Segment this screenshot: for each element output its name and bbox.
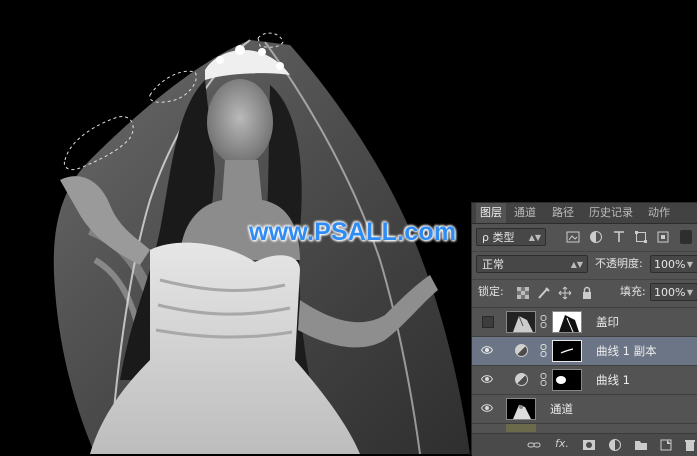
visibility-toggle-off[interactable] xyxy=(482,316,494,328)
opacity-input[interactable]: 100% ▼ xyxy=(650,255,697,273)
filter-kind-select[interactable]: ρ 类型 ▲▼ xyxy=(476,228,546,246)
eye-icon[interactable] xyxy=(481,345,493,355)
lock-transparency-icon[interactable] xyxy=(516,286,530,300)
eye-icon[interactable] xyxy=(481,403,493,413)
tab-channels[interactable]: 通道 xyxy=(510,203,540,223)
layers-panel: 图层 通道 路径 历史记录 动作 ρ 类型 ▲▼ 正常 ▲▼ 不透明度: 100… xyxy=(471,202,697,456)
chevron-down-icon: ▼ xyxy=(686,260,693,269)
fx-icon[interactable]: fx. xyxy=(555,437,569,450)
fill-input[interactable]: 100% ▼ xyxy=(650,283,697,301)
watermark-text: www.PSALL.com xyxy=(249,218,457,246)
lock-all-icon[interactable] xyxy=(580,286,594,300)
layer-mask-thumbnail[interactable] xyxy=(552,311,582,333)
layer-mask-thumbnail[interactable] xyxy=(552,340,582,362)
fill-value: 100% xyxy=(654,286,686,299)
filter-row: ρ 类型 ▲▼ xyxy=(472,225,697,249)
tab-paths[interactable]: 路径 xyxy=(548,203,578,223)
layer-row-selected[interactable]: 曲线 1 副本 xyxy=(472,336,697,365)
filter-kind-label: ρ 类型 xyxy=(482,231,515,244)
opacity-label: 不透明度: xyxy=(595,257,643,270)
lock-brush-icon[interactable] xyxy=(537,286,551,300)
smartobject-filter-icon[interactable] xyxy=(656,230,670,244)
filter-toggle-icon[interactable] xyxy=(680,230,692,244)
lock-row: 锁定: 填充: 100% ▼ xyxy=(472,279,697,304)
tab-layers[interactable]: 图层 xyxy=(476,203,506,223)
tab-actions[interactable]: 动作 xyxy=(644,203,674,223)
new-layer-icon[interactable] xyxy=(659,438,673,452)
adjustment-filter-icon[interactable] xyxy=(589,230,603,244)
layer-row[interactable]: 盖印 xyxy=(472,307,697,336)
lock-move-icon[interactable] xyxy=(558,286,572,300)
type-filter-icon[interactable] xyxy=(612,230,626,244)
link-layers-icon[interactable] xyxy=(527,438,541,452)
layer-thumbnail xyxy=(506,398,536,420)
blend-mode-select[interactable]: 正常 ▲▼ xyxy=(476,255,588,273)
opacity-value: 100% xyxy=(654,258,686,271)
tab-history[interactable]: 历史记录 xyxy=(585,203,637,223)
link-icon[interactable] xyxy=(540,315,547,328)
link-icon[interactable] xyxy=(540,344,547,357)
blend-row: 正常 ▲▼ 不透明度: 100% ▼ xyxy=(472,251,697,276)
panel-tabs: 图层 通道 路径 历史记录 动作 xyxy=(472,203,697,224)
layer-name: 曲线 1 副本 xyxy=(596,344,657,358)
image-filter-icon[interactable] xyxy=(566,230,580,244)
shape-filter-icon[interactable] xyxy=(634,230,648,244)
layer-row[interactable]: 通道 xyxy=(472,394,697,424)
new-group-icon[interactable] xyxy=(634,438,648,452)
curves-adjustment-icon xyxy=(515,373,528,386)
chevron-down-icon: ▼ xyxy=(686,288,693,297)
layer-mask-thumbnail[interactable] xyxy=(552,369,582,391)
add-mask-icon[interactable] xyxy=(582,438,596,452)
new-adjustment-icon[interactable] xyxy=(608,438,622,452)
layer-name: 曲线 1 xyxy=(596,373,630,387)
chevron-updown-icon: ▲▼ xyxy=(570,260,583,269)
partial-layer-thumbnail xyxy=(506,424,536,432)
chevron-updown-icon: ▲▼ xyxy=(528,233,541,242)
eye-icon[interactable] xyxy=(481,374,493,384)
layer-row[interactable]: 曲线 1 xyxy=(472,365,697,394)
lock-label: 锁定: xyxy=(478,285,504,298)
blend-mode-value: 正常 xyxy=(482,258,504,271)
layer-name: 盖印 xyxy=(596,315,619,329)
fill-label: 填充: xyxy=(620,285,646,298)
layer-name: 通道 xyxy=(550,402,573,416)
layers-bottom-toolbar: fx. xyxy=(472,433,697,456)
delete-icon[interactable] xyxy=(683,438,697,452)
link-icon[interactable] xyxy=(540,373,547,386)
layer-thumbnail xyxy=(506,311,536,333)
curves-adjustment-icon xyxy=(515,344,528,357)
